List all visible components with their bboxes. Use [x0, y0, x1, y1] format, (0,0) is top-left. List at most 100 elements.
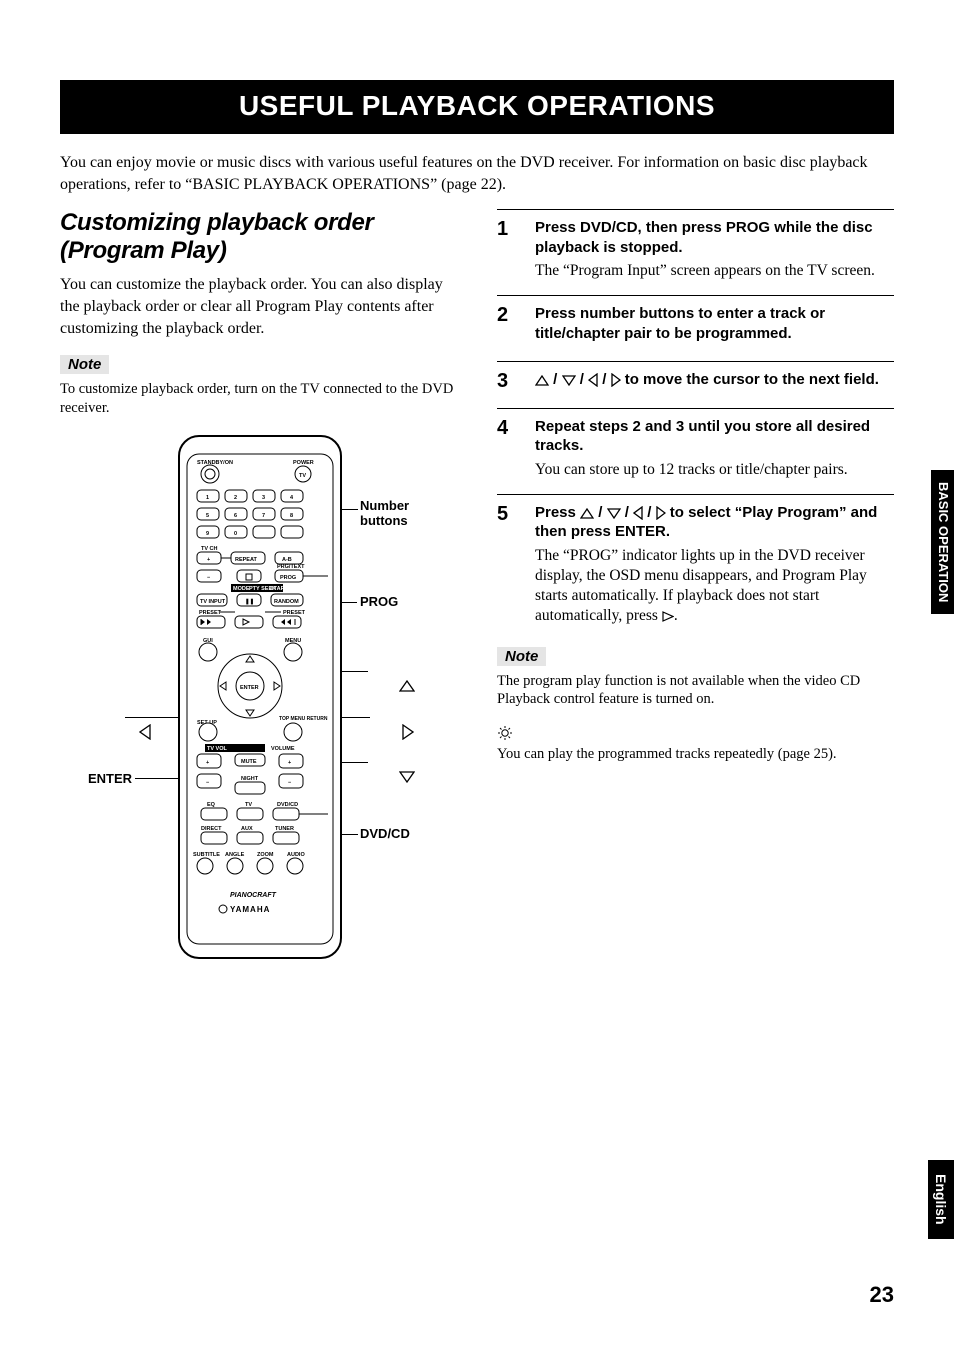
right-triangle-icon — [611, 373, 621, 387]
svg-text:PROG: PROG — [280, 575, 296, 581]
svg-text:VOLUME: VOLUME — [271, 746, 295, 752]
callout-prog: PROG — [360, 595, 398, 610]
svg-text:7: 7 — [262, 513, 265, 519]
svg-text:TV: TV — [299, 473, 306, 479]
note-text: To customize playback order, turn on the… — [60, 380, 457, 418]
svg-text:STANDBY/ON: STANDBY/ON — [197, 460, 233, 466]
step-heading: Press number buttons to enter a track or… — [535, 304, 894, 343]
remote-diagram: Number buttons PROG ENTER — [60, 432, 457, 992]
svg-text:ANGLE: ANGLE — [225, 852, 245, 858]
page-number: 23 — [870, 1282, 894, 1308]
svg-text:TV INPUT: TV INPUT — [200, 599, 226, 605]
note-text: The program play function is not availab… — [497, 672, 894, 710]
svg-text:−: − — [288, 780, 291, 786]
step-4: 4 Repeat steps 2 and 3 until you store a… — [497, 408, 894, 494]
callout-enter: ENTER — [88, 772, 132, 787]
up-triangle-icon — [370, 664, 415, 709]
svg-text:9: 9 — [206, 531, 209, 537]
svg-text:TUNER: TUNER — [275, 826, 294, 832]
svg-text:MUTE: MUTE — [241, 759, 257, 765]
svg-text:+: + — [207, 557, 210, 563]
tip-block — [497, 723, 894, 741]
steps-list: 1 Press DVD/CD, then press PROG while th… — [497, 209, 894, 640]
remote-control-illustration: .rtxt{font-family:Arial,Helvetica,sans-s… — [175, 432, 345, 962]
svg-text:−: − — [207, 575, 210, 581]
step-1: 1 Press DVD/CD, then press PROG while th… — [497, 209, 894, 295]
left-triangle-icon — [588, 373, 598, 387]
svg-text:A-B: A-B — [282, 557, 292, 563]
svg-text:5: 5 — [206, 513, 209, 519]
left-triangle-icon — [110, 709, 151, 755]
svg-text:3: 3 — [262, 495, 265, 501]
svg-text:NIGHT: NIGHT — [241, 776, 259, 782]
svg-text:AUDIO: AUDIO — [287, 852, 305, 858]
svg-text:PRESET: PRESET — [283, 610, 306, 616]
step-number: 1 — [497, 218, 519, 281]
svg-text:8: 8 — [290, 513, 293, 519]
step-heading: / / / to move the cursor to the next fie… — [535, 370, 894, 390]
step-number: 2 — [497, 304, 519, 347]
svg-text:YAMAHA: YAMAHA — [230, 905, 270, 914]
step-5: 5 Press / / / to select “Play Program” a… — [497, 494, 894, 641]
svg-text:0: 0 — [234, 531, 237, 537]
svg-text:1: 1 — [206, 495, 209, 501]
up-triangle-icon — [535, 375, 549, 386]
note-label: Note — [497, 647, 546, 666]
step-description: You can store up to 12 tracks or title/c… — [535, 460, 894, 480]
step-description: The “Program Input” screen appears on th… — [535, 261, 894, 281]
svg-text:AUX: AUX — [241, 826, 253, 832]
side-tab-language: English — [928, 1160, 954, 1239]
left-column: Customizing playback order (Program Play… — [60, 209, 457, 992]
section-title: Customizing playback order (Program Play… — [60, 209, 457, 264]
step-heading: Repeat steps 2 and 3 until you store all… — [535, 417, 894, 456]
svg-text:+: + — [288, 760, 291, 766]
step-heading: Press DVD/CD, then press PROG while the … — [535, 218, 894, 257]
down-triangle-icon — [370, 755, 415, 800]
right-triangle-icon — [656, 506, 666, 520]
svg-text:PIANOCRAFT: PIANOCRAFT — [230, 892, 277, 899]
svg-text:PRESET: PRESET — [199, 610, 222, 616]
svg-text:REPEAT: REPEAT — [235, 557, 258, 563]
svg-text:PRG/TEXT: PRG/TEXT — [277, 564, 305, 570]
svg-text:TV VOL: TV VOL — [207, 746, 228, 752]
step-number: 4 — [497, 417, 519, 480]
right-column: 1 Press DVD/CD, then press PROG while th… — [497, 209, 894, 992]
up-triangle-icon — [580, 508, 594, 519]
svg-text:TOP MENU RETURN: TOP MENU RETURN — [279, 716, 328, 722]
down-triangle-icon — [562, 375, 576, 386]
svg-text:TV: TV — [245, 802, 252, 808]
svg-text:6: 6 — [234, 513, 237, 519]
svg-text:+: + — [206, 760, 209, 766]
svg-text:SUBTITLE: SUBTITLE — [193, 852, 220, 858]
svg-text:TV CH: TV CH — [201, 546, 218, 552]
svg-text:ENTER: ENTER — [240, 685, 259, 691]
step-3: 3 / / / to move the cursor to the next f… — [497, 361, 894, 408]
lightbulb-icon — [497, 725, 513, 741]
svg-text:−: − — [206, 780, 209, 786]
tip-text: You can play the programmed tracks repea… — [497, 745, 894, 764]
left-triangle-icon — [633, 506, 643, 520]
step-number: 5 — [497, 503, 519, 627]
svg-text:POWER: POWER — [293, 460, 314, 466]
step-description: The “PROG” indicator lights up in the DV… — [535, 546, 894, 627]
right-triangle-icon — [373, 709, 414, 755]
svg-text:START: START — [270, 586, 289, 592]
svg-text:DVD/CD: DVD/CD — [277, 802, 298, 808]
page-banner: USEFUL PLAYBACK OPERATIONS — [60, 80, 894, 134]
svg-text:❚❚: ❚❚ — [245, 598, 254, 605]
step-heading: Press / / / to select “Play Program” and… — [535, 503, 894, 542]
callout-dvd-cd: DVD/CD — [360, 827, 410, 842]
down-triangle-icon — [607, 508, 621, 519]
svg-text:ZOOM: ZOOM — [257, 852, 274, 858]
svg-text:RANDOM: RANDOM — [274, 599, 299, 605]
svg-text:DIRECT: DIRECT — [201, 826, 222, 832]
two-column-layout: Customizing playback order (Program Play… — [60, 209, 894, 992]
callout-number-buttons: Number buttons — [360, 499, 409, 529]
play-triangle-icon — [662, 611, 674, 622]
step-2: 2 Press number buttons to enter a track … — [497, 295, 894, 361]
note-label: Note — [60, 355, 109, 374]
svg-text:EQ: EQ — [207, 802, 216, 808]
intro-text: You can enjoy movie or music discs with … — [60, 152, 894, 195]
svg-text:2: 2 — [234, 495, 237, 501]
section-body: You can customize the playback order. Yo… — [60, 274, 457, 339]
